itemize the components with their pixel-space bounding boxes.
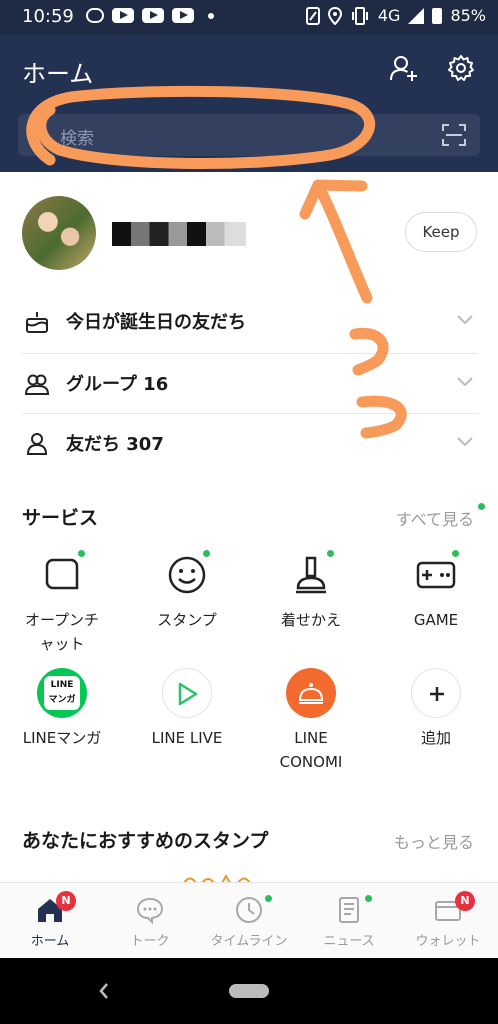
bottom-nav: N ホーム トーク タイムライン ニュース N ウォレット [0,882,498,958]
nav-timeline[interactable]: タイムライン [199,883,299,959]
page-title: ホーム [22,60,94,88]
new-dot [365,895,372,902]
line-conomi-icon [286,668,336,718]
line-manga-logo-text: LINE [50,680,74,690]
chat-notification-icon [86,8,104,23]
cake-icon [26,312,48,333]
plus-icon [411,668,461,718]
service-label: GAME [413,611,459,629]
brush-icon [296,556,326,594]
person-icon [26,433,48,455]
location-icon [327,6,342,25]
see-all-link[interactable]: すべて見る [396,506,474,530]
service-label: LINE CONOMI [279,729,343,771]
chevron-down-icon [457,315,473,325]
row-label: 友だち 307 [66,434,164,455]
service-label: LINE LIVE [151,729,223,747]
add-friend-icon[interactable] [388,52,420,84]
system-nav-bar [0,958,498,1024]
group-icon [24,374,50,395]
open-chat-icon [45,558,79,590]
row-label: 今日が誕生日の友だち [66,312,246,333]
nav-home[interactable]: N ホーム [0,883,100,959]
notification-badge: N [56,891,76,911]
home-pill-button[interactable] [229,984,269,998]
nfc-icon [305,6,320,25]
new-dot [265,895,272,902]
status-bar: 10:59 4G 85% [0,0,498,34]
signal-icon [408,7,425,24]
vibrate-icon [351,6,368,25]
status-time: 10:59 [22,6,74,27]
chevron-down-icon [457,377,473,387]
service-stamp[interactable]: スタンプ [132,550,242,632]
battery-icon [432,7,443,24]
more-notifications-icon [208,12,214,19]
gear-icon[interactable] [445,52,477,84]
home-header: ホーム 検索 [0,34,498,172]
system-icons: 4G 85% [305,6,486,25]
nav-label: タイムライン [210,934,288,949]
new-dot [327,550,334,557]
gamepad-icon [416,561,456,589]
search-placeholder: 検索 [60,129,94,149]
new-dot [78,550,85,557]
services-title: サービス [22,507,99,529]
service-line-live[interactable]: LINE LIVE [132,668,242,750]
groups-row[interactable]: グループ 16 [22,354,478,414]
network-label: 4G [377,6,401,25]
keep-button[interactable]: Keep [405,212,477,252]
battery-percent: 85% [450,6,486,25]
service-label: 着せかえ [280,611,341,629]
new-dot [203,550,210,557]
clock-icon [236,897,262,923]
service-game[interactable]: GAME [381,550,491,632]
line-manga-icon: LINE マンガ [37,668,87,718]
row-label: グループ 16 [66,374,169,395]
nav-label: ニュース [323,934,375,949]
youtube-icon [172,8,194,23]
news-icon [339,897,359,923]
nav-wallet[interactable]: N ウォレット [398,883,498,959]
nav-talk[interactable]: トーク [100,883,200,959]
service-theme[interactable]: 着せかえ [256,550,366,632]
service-label: オープンチ ャット [24,611,100,653]
nav-label: ホーム [30,934,70,949]
see-more-link[interactable]: もっと見る [394,829,474,853]
new-dot [478,503,485,510]
youtube-icon [112,8,134,23]
search-bar[interactable]: 検索 [18,114,480,156]
service-line-manga[interactable]: LINE マンガ LINEマンガ [7,668,117,750]
qr-scan-icon[interactable] [442,124,466,146]
back-icon[interactable] [98,982,110,1000]
service-label: スタンプ [157,611,217,629]
service-label: LINEマンガ [22,729,102,747]
nav-news[interactable]: ニュース [299,883,399,959]
nav-label: ウォレット [415,934,481,949]
notification-badge: N [455,891,475,911]
line-live-icon [162,668,212,718]
profile-avatar[interactable] [22,196,96,270]
search-icon [33,126,50,143]
service-open-chat[interactable]: オープンチ ャット [7,550,117,656]
youtube-icon [142,8,164,23]
new-dot [452,550,459,557]
service-line-conomi[interactable]: LINE CONOMI [256,668,366,774]
recommend-title: あなたにおすすめのスタンプ [22,830,269,852]
line-manga-logo-text: マンガ [48,695,76,705]
friends-row[interactable]: 友だち 307 [22,414,478,474]
nav-label: トーク [130,934,170,949]
profile-name-redacted[interactable] [112,222,246,246]
smile-icon [168,556,206,594]
service-add[interactable]: 追加 [381,668,491,750]
chat-bubble-icon [136,897,164,925]
service-label: 追加 [420,729,451,747]
birthday-friends-row[interactable]: 今日が誕生日の友だち [22,292,478,352]
chevron-down-icon [457,437,473,447]
notification-icons [86,8,214,23]
